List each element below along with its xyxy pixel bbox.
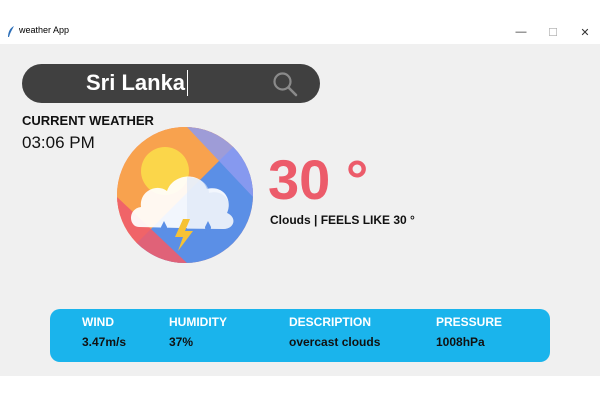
close-button[interactable]: ✕: [570, 23, 600, 41]
temperature-value: 30 °: [268, 148, 369, 211]
wind-label: WIND: [82, 315, 114, 329]
current-time: 03:06 PM: [22, 133, 95, 152]
wind-value: 3.47m/s: [82, 335, 127, 349]
maximize-button[interactable]: ☐: [538, 23, 568, 41]
pressure-value: 1008hPa: [436, 335, 485, 349]
condition-text: Clouds | FEELS LIKE 30 °: [270, 213, 415, 227]
description-value: overcast clouds: [289, 335, 381, 349]
feather-icon: [8, 26, 14, 37]
window-title: weather App: [19, 25, 70, 35]
description-label: DESCRIPTION: [289, 315, 372, 329]
current-weather-label: CURRENT WEATHER: [22, 113, 154, 128]
cloud-rain-lightning-icon: [117, 127, 253, 263]
search-input[interactable]: Sri Lanka: [86, 70, 189, 96]
search-icon[interactable]: [272, 71, 298, 97]
humidity-value: 37%: [169, 335, 194, 349]
pressure-label: PRESSURE: [436, 315, 503, 329]
search-bar[interactable]: Sri Lanka: [22, 64, 320, 103]
stats-panel: WIND 3.47m/s HUMIDITY 37% DESCRIPTION ov…: [50, 309, 550, 362]
title-bar: weather App — ☐ ✕: [0, 20, 600, 44]
minimize-button[interactable]: —: [506, 23, 536, 41]
humidity-label: HUMIDITY: [169, 315, 227, 329]
